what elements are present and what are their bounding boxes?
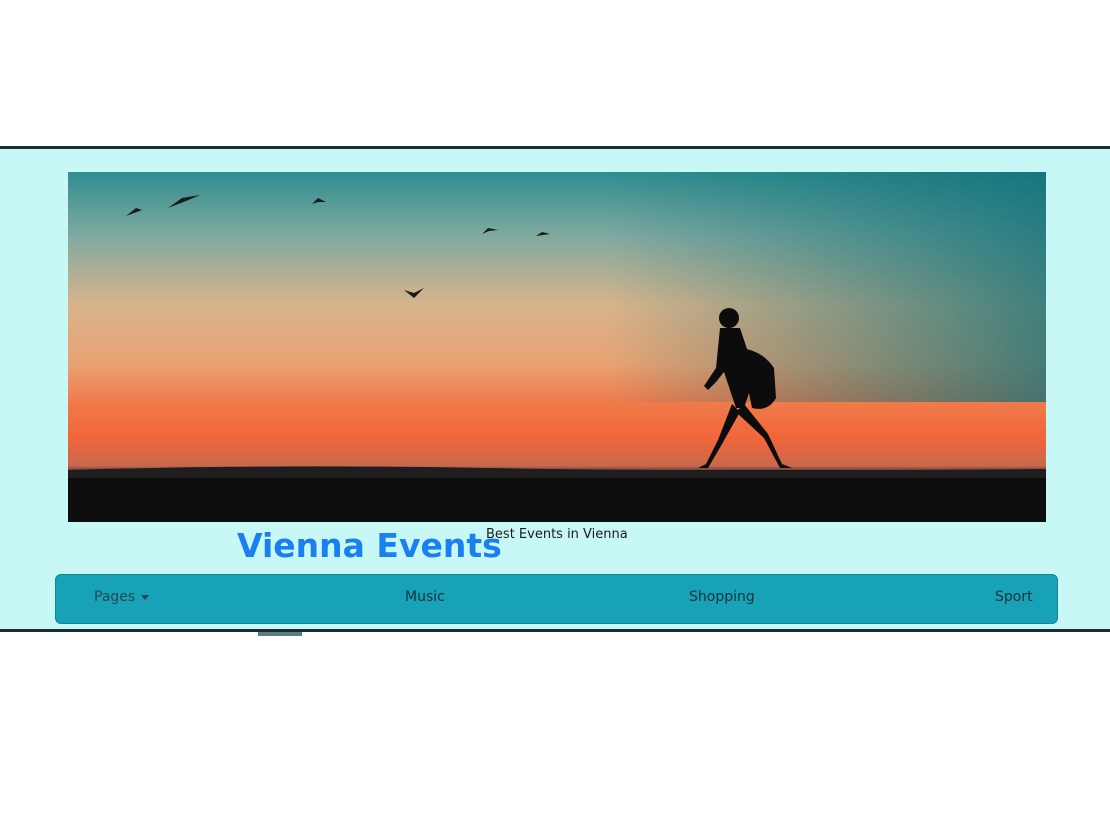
nav-pages-label: Pages bbox=[94, 589, 136, 605]
caret-down-icon bbox=[141, 594, 150, 600]
hero-banner-image bbox=[68, 172, 1046, 522]
nav-pages-dropdown[interactable]: Pages bbox=[94, 589, 150, 605]
site-title[interactable]: Vienna Events bbox=[237, 524, 502, 568]
nav-item-sport[interactable]: Sport bbox=[995, 589, 1033, 605]
site-tagline: Best Events in Vienna bbox=[486, 527, 628, 542]
bottom-tab-indicator bbox=[258, 632, 302, 636]
main-navbar: Pages Music Shopping Sport bbox=[55, 574, 1058, 624]
nav-item-music[interactable]: Music bbox=[405, 589, 445, 605]
site-header: Vienna Events Best Events in Vienna Page… bbox=[0, 146, 1110, 636]
nav-item-shopping[interactable]: Shopping bbox=[689, 589, 755, 605]
